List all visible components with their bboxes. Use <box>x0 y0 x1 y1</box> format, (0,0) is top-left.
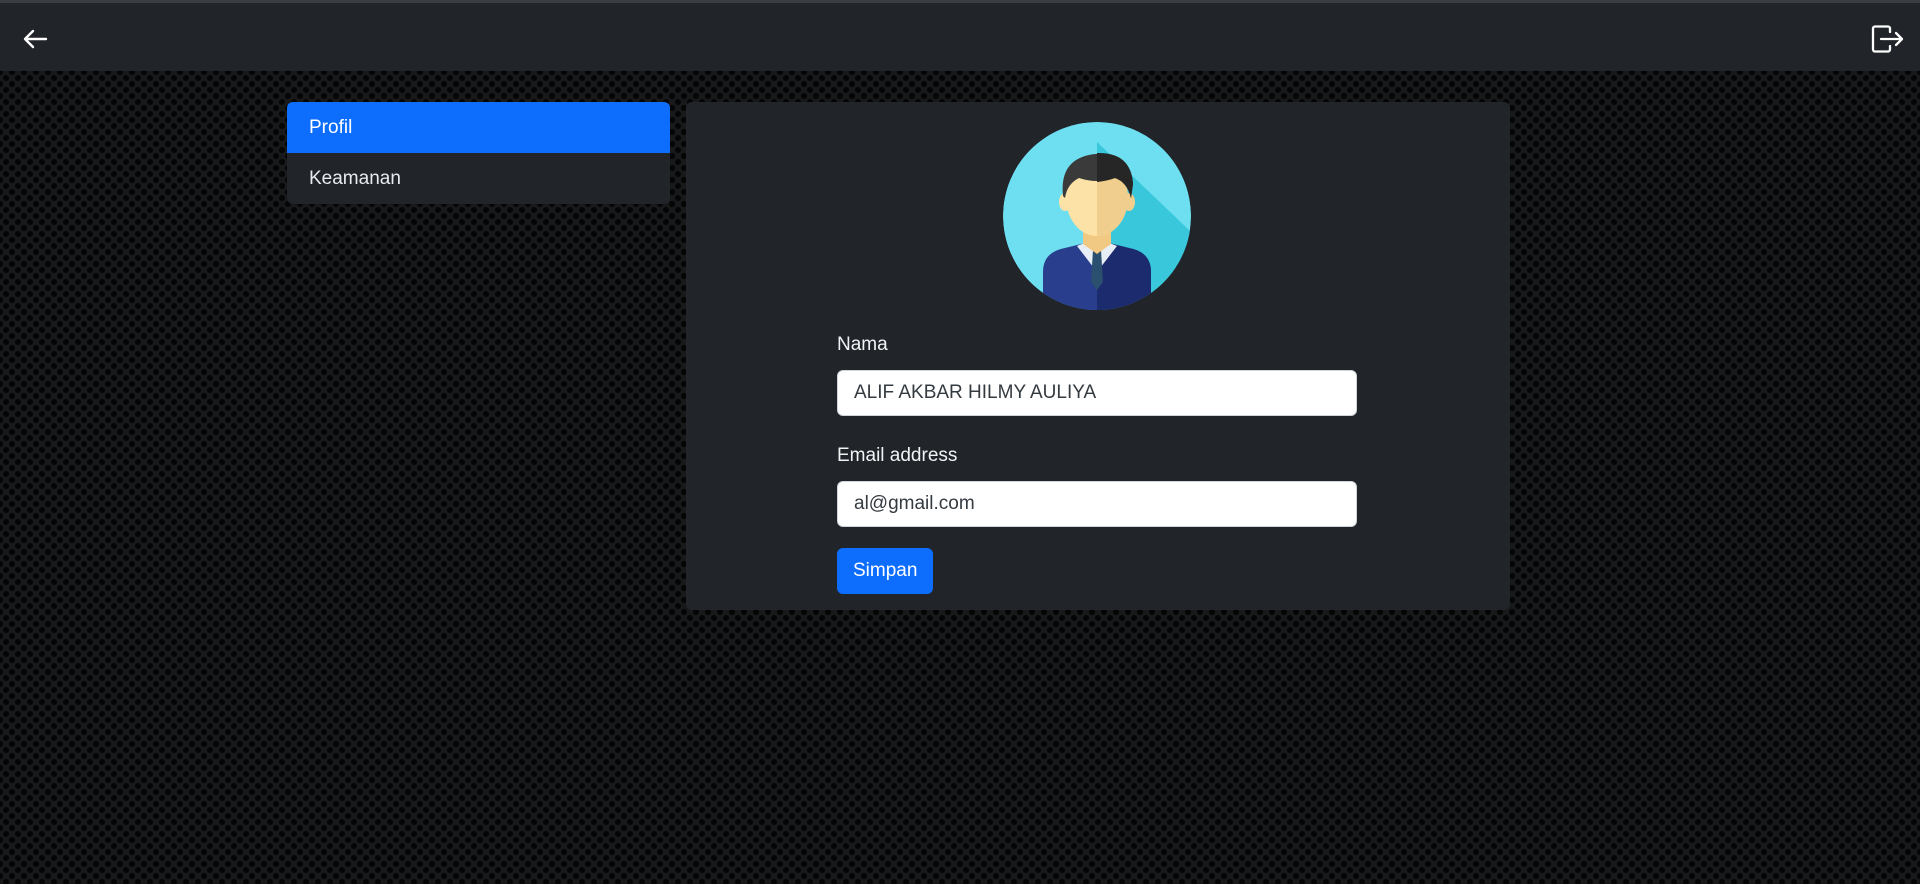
arrow-left-icon <box>23 29 48 49</box>
sidebar-item-label: Keamanan <box>309 167 401 189</box>
top-navbar <box>0 3 1920 71</box>
name-label: Nama <box>837 334 888 355</box>
sidebar-item-keamanan[interactable]: Keamanan <box>287 153 670 204</box>
sidebar-item-profil[interactable]: Profil <box>287 102 670 153</box>
save-button[interactable]: Simpan <box>837 548 934 594</box>
profile-form: Nama Email address Simpan <box>837 332 1357 594</box>
user-avatar-icon <box>1003 122 1191 310</box>
logout-button[interactable] <box>1870 21 1906 57</box>
email-label: Email address <box>837 445 958 466</box>
email-field[interactable] <box>837 481 1357 527</box>
settings-sidebar: Profil Keamanan <box>287 102 670 204</box>
name-field[interactable] <box>837 370 1357 416</box>
profile-card: Nama Email address Simpan <box>686 102 1510 610</box>
back-button[interactable] <box>17 21 53 57</box>
sidebar-item-label: Profil <box>309 116 353 138</box>
box-arrow-right-icon <box>1871 25 1904 53</box>
